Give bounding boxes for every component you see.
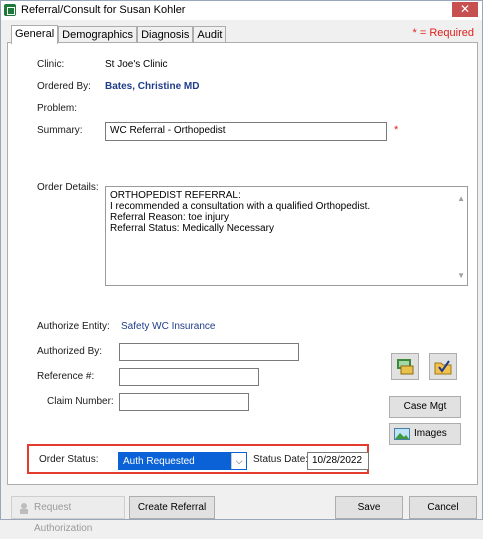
image-icon (394, 428, 410, 440)
ordered-by-value[interactable]: Bates, Christine MD (105, 81, 199, 92)
authorize-check-button[interactable] (429, 353, 457, 380)
clinic-label: Clinic: (37, 59, 65, 70)
problem-label: Problem: (37, 103, 78, 114)
authorized-by-input[interactable] (119, 343, 299, 361)
order-status-label: Order Status: (39, 454, 99, 465)
tab-diagnosis[interactable]: Diagnosis (137, 26, 194, 43)
referral-window: Referral/Consult for Susan Kohler ✕ Gene… (0, 0, 483, 534)
summary-value: WC Referral - Orthopedist (110, 125, 226, 136)
claim-number-input[interactable] (119, 393, 249, 411)
order-details-line: ORTHOPEDIST REFERRAL: (110, 190, 241, 201)
case-mgt-button[interactable]: Case Mgt (389, 396, 461, 418)
scroll-up-arrow-icon[interactable]: ▲ (457, 193, 465, 204)
order-details-line: I recommended a consultation with a qual… (110, 201, 371, 212)
order-status-value: Auth Requested (123, 456, 195, 467)
title-bar: Referral/Consult for Susan Kohler ✕ (1, 1, 482, 20)
user-lock-icon (20, 503, 28, 514)
order-status-select[interactable]: Auth Requested ⌵ (118, 452, 247, 470)
required-note: * = Required (412, 27, 474, 39)
window-title: Referral/Consult for Susan Kohler (21, 4, 186, 16)
tab-strip: General Demographics Diagnosis Audit (11, 25, 227, 44)
images-button-label: Images (414, 428, 447, 439)
insurance-card-icon (397, 359, 414, 375)
status-date-input[interactable]: 10/28/2022 (307, 452, 369, 470)
app-icon (4, 4, 16, 16)
ordered-by-label: Ordered By: (37, 81, 91, 92)
status-date-value: 10/28/2022 (312, 455, 363, 466)
summary-label: Summary: (37, 125, 83, 136)
create-referral-button[interactable]: Create Referral (129, 496, 215, 519)
summary-required-marker: * (394, 124, 399, 136)
summary-field[interactable]: WC Referral - Orthopedist (105, 122, 387, 141)
request-authorization-button[interactable]: Request Authorization (11, 496, 125, 534)
clinic-value: St Joe's Clinic (105, 59, 168, 70)
tab-audit[interactable]: Audit (193, 26, 227, 43)
claim-number-label: Claim Number: (47, 396, 114, 407)
folder-check-icon (434, 360, 452, 375)
close-button[interactable]: ✕ (452, 2, 478, 17)
images-button[interactable]: Images (389, 423, 461, 445)
tab-general[interactable]: General (11, 25, 59, 44)
status-date-label: Status Date: (253, 454, 309, 465)
chevron-down-icon[interactable]: ⌵ (231, 453, 246, 469)
insurance-card-button[interactable] (391, 353, 419, 380)
order-details-label: Order Details: (37, 182, 99, 193)
authorized-by-label: Authorized By: (37, 346, 103, 357)
reference-label: Reference #: (37, 371, 95, 382)
order-details-textarea[interactable]: ORTHOPEDIST REFERRAL: I recommended a co… (105, 186, 468, 286)
scroll-down-arrow-icon[interactable]: ▼ (457, 270, 465, 281)
order-details-line: Referral Status: Medically Necessary (110, 223, 274, 234)
tab-demographics[interactable]: Demographics (58, 26, 138, 43)
reference-input[interactable] (119, 368, 259, 386)
cancel-button[interactable]: Cancel (409, 496, 477, 519)
order-details-line: Referral Reason: toe injury (110, 212, 229, 223)
authorize-entity-value[interactable]: Safety WC Insurance (121, 321, 215, 332)
request-authorization-label: Request Authorization (34, 502, 93, 534)
save-button[interactable]: Save (335, 496, 403, 519)
authorize-entity-label: Authorize Entity: (37, 321, 110, 332)
